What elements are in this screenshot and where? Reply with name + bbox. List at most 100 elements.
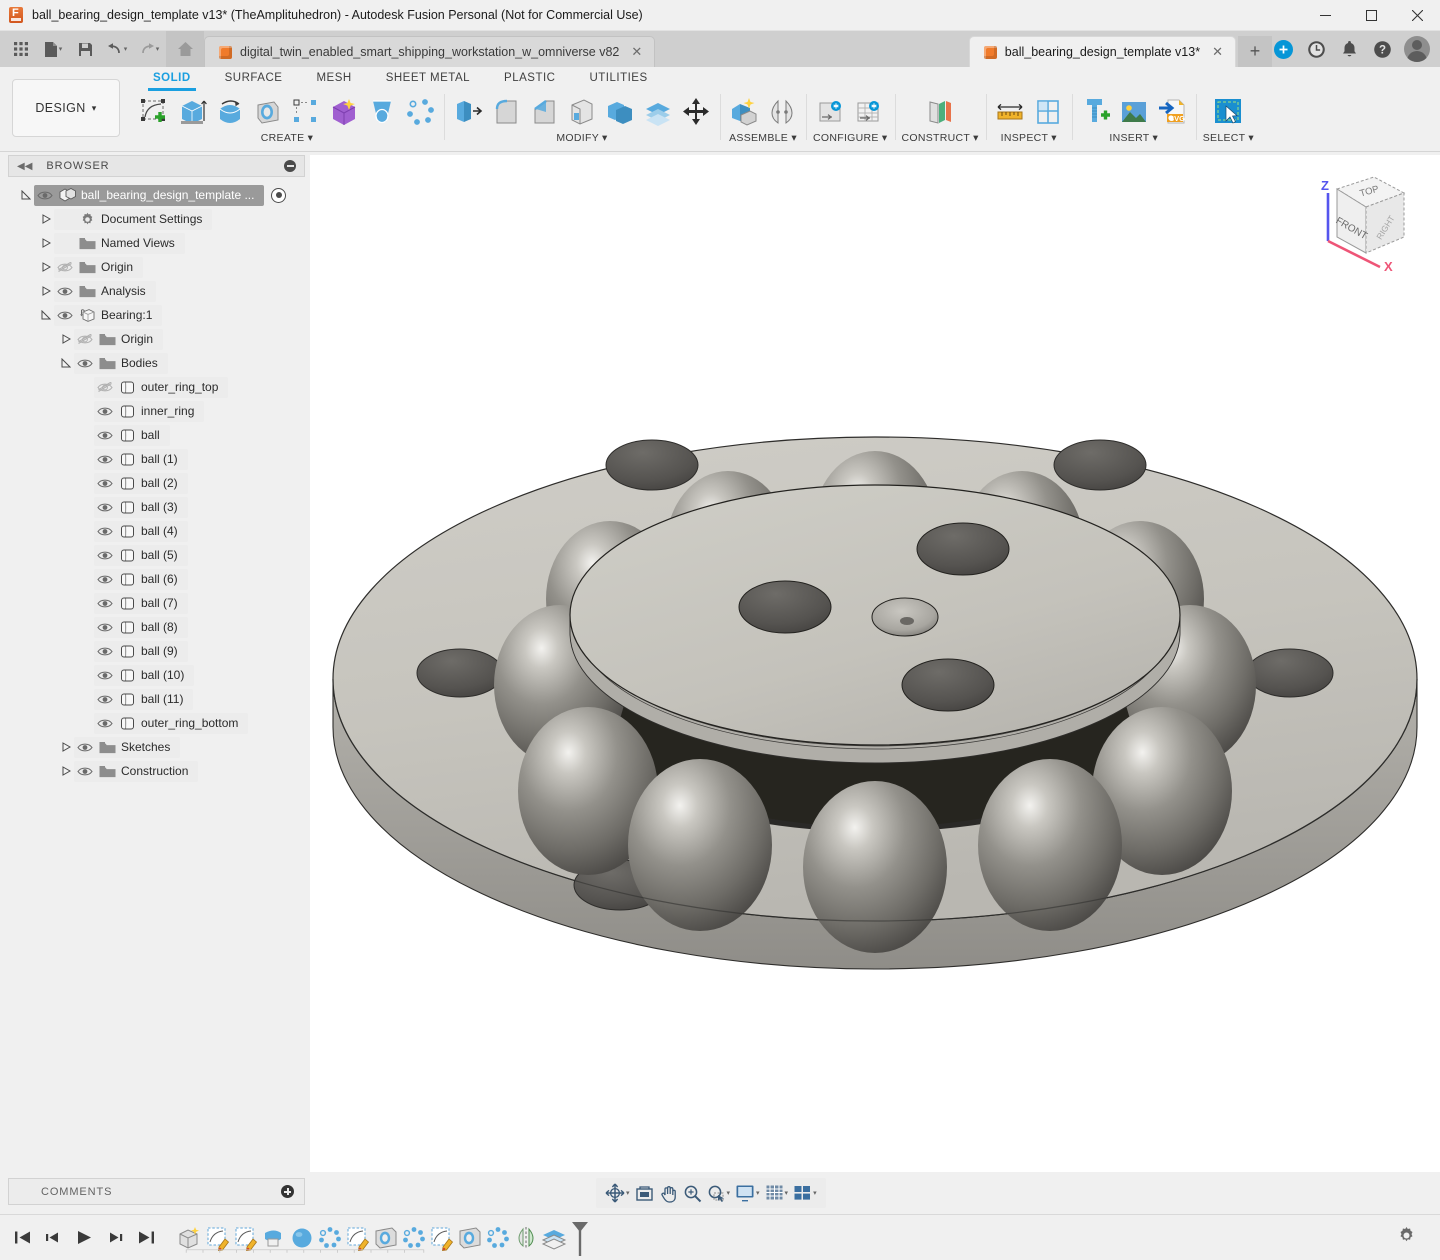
tree-item[interactable]: ball (11) [94,689,193,710]
pattern-circular-icon[interactable] [403,95,437,129]
collapse-icon[interactable]: ◀◀ [17,161,32,172]
tree-row[interactable]: outer_ring_top [8,375,305,399]
insert-mcmaster-icon[interactable] [1079,95,1113,129]
app-grid-icon[interactable] [6,34,36,64]
expand-arrow-icon[interactable] [38,262,54,272]
tree-item[interactable]: ball (8) [94,617,188,638]
tree-row[interactable]: ball (7) [8,591,305,615]
expand-arrow-icon[interactable] [18,190,34,200]
tree-row[interactable]: Origin [8,255,305,279]
tree-item[interactable]: Origin [74,329,163,350]
box-pattern-icon[interactable] [289,95,323,129]
minimize-panel-icon[interactable] [284,160,296,172]
measure-icon[interactable] [993,95,1027,129]
section-analysis-icon[interactable] [1031,95,1065,129]
grid-snaps-icon[interactable]: ▾ [764,1182,790,1204]
new-component-icon[interactable] [727,95,761,129]
timeline-feature-revolve-2[interactable] [457,1225,483,1251]
user-avatar[interactable] [1404,36,1430,62]
tree-item[interactable]: ball (1) [94,449,188,470]
tab-plastic[interactable]: PLASTIC [487,68,572,89]
eye-visible-icon[interactable] [94,526,116,537]
undo-icon[interactable]: ▾ [102,34,132,64]
add-comment-icon[interactable] [281,1185,294,1198]
eye-visible-icon[interactable] [94,622,116,633]
home-icon[interactable] [166,31,204,67]
tree-row[interactable]: ball (3) [8,495,305,519]
eye-visible-icon[interactable] [94,454,116,465]
tree-row[interactable]: ball (4) [8,519,305,543]
eye-visible-icon[interactable] [74,358,96,369]
tree-row[interactable]: inner_ring [8,399,305,423]
help-icon[interactable]: ? [1371,38,1393,60]
eye-visible-icon[interactable] [94,502,116,513]
chamfer-icon[interactable] [527,95,561,129]
tree-item[interactable]: Bodies [74,353,168,374]
tree-row[interactable]: Origin [8,327,305,351]
redo-icon[interactable]: ▾ [134,34,164,64]
close-button[interactable] [1394,0,1440,31]
orbit-icon[interactable]: ▾ [604,1181,631,1205]
chevron-down-icon[interactable]: ▾ [785,1189,789,1197]
new-file-caret[interactable]: ▾ [59,45,63,53]
tree-row[interactable]: ball (2) [8,471,305,495]
play-button[interactable] [76,1230,93,1245]
eye-visible-icon[interactable] [94,670,116,681]
eye-visible-icon[interactable] [94,694,116,705]
eye-hidden-icon[interactable] [74,334,96,345]
move-copy-icon[interactable] [679,95,713,129]
tree-row[interactable]: Sketches [8,735,305,759]
eye-hidden-icon[interactable] [54,262,76,273]
zoom-window-icon[interactable]: ▾ [706,1182,732,1205]
timeline-feature-pattern-3[interactable] [485,1225,511,1251]
tab-solid[interactable]: SOLID [136,68,208,89]
eye-visible-icon[interactable] [74,766,96,777]
insert-image-icon[interactable] [1117,95,1151,129]
expand-arrow-icon[interactable] [38,286,54,296]
tab-mesh[interactable]: MESH [299,68,368,89]
tab-utilities[interactable]: UTILITIES [572,68,664,89]
maximize-button[interactable] [1348,0,1394,31]
chevron-down-icon[interactable]: ▾ [756,1189,760,1197]
timeline-settings-gear-icon[interactable] [1397,1226,1416,1250]
eye-visible-icon[interactable] [94,718,116,729]
expand-arrow-icon[interactable] [58,742,74,752]
timeline-marker[interactable] [570,1220,590,1256]
document-tab-inactive[interactable]: digital_twin_enabled_smart_shipping_work… [204,36,655,67]
eye-visible-icon[interactable] [54,310,76,321]
save-icon[interactable] [70,34,100,64]
new-file-icon[interactable]: ▾ [38,34,68,64]
tree-item[interactable]: ball (3) [94,497,188,518]
tree-row[interactable]: ball (9) [8,639,305,663]
tree-item[interactable]: outer_ring_top [94,377,228,398]
comments-panel[interactable]: COMMENTS [8,1178,305,1205]
tree-item[interactable]: ball (2) [94,473,188,494]
step-back-button[interactable] [45,1230,62,1245]
expand-arrow-icon[interactable] [38,310,54,320]
go-to-end-button[interactable] [138,1230,155,1245]
tree-item[interactable]: ball (9) [94,641,188,662]
tree-row[interactable]: Named Views [8,231,305,255]
tree-row[interactable]: ball_bearing_design_template ... [8,183,305,207]
tree-row[interactable]: Analysis [8,279,305,303]
new-tab-button[interactable]: + [1238,36,1272,67]
joint-icon[interactable] [765,95,799,129]
eye-visible-icon[interactable] [94,574,116,585]
eye-hidden-icon[interactable] [94,382,116,393]
tree-row[interactable]: outer_ring_bottom [8,711,305,735]
tree-row[interactable]: ball (11) [8,687,305,711]
tree-item[interactable]: ball (4) [94,521,188,542]
ball-bearing-model[interactable] [310,155,1440,1172]
notifications-bell-icon[interactable] [1338,38,1360,60]
undo-caret[interactable]: ▾ [124,45,128,53]
tree-row[interactable]: Construction [8,759,305,783]
tree-item[interactable]: Construction [74,761,198,782]
redo-caret[interactable]: ▾ [156,45,160,53]
timeline-feature-sketch-4[interactable] [429,1225,455,1251]
display-settings-icon[interactable]: ▾ [734,1182,761,1204]
tree-row[interactable]: Document Settings [8,207,305,231]
configure-part-icon[interactable] [814,95,848,129]
tree-item[interactable]: Document Settings [54,209,212,230]
timeline-feature-mirror[interactable] [513,1225,539,1251]
timeline-feature-offset-plane[interactable] [541,1225,567,1251]
